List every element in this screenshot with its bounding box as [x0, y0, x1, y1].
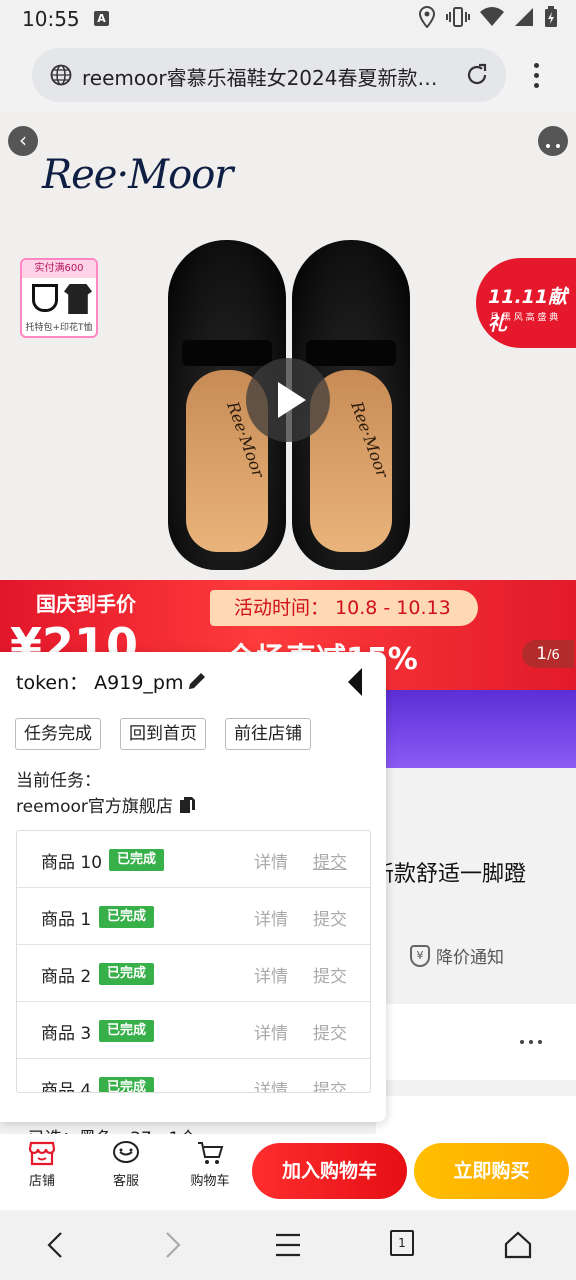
tabs-button[interactable]: 1: [390, 1230, 414, 1256]
store-tab[interactable]: 店铺: [12, 1140, 72, 1189]
submit-link[interactable]: 提交: [313, 1076, 347, 1092]
more-icon[interactable]: [538, 126, 568, 156]
detail-link[interactable]: 详情: [254, 1019, 288, 1044]
submit-link[interactable]: 提交: [313, 848, 347, 873]
vibrate-icon: [446, 7, 470, 27]
task-row: 商品 2 已完成 详情 提交: [17, 945, 370, 1002]
menu-icon[interactable]: [274, 1230, 302, 1260]
status-icons: [418, 6, 558, 28]
submit-link[interactable]: 提交: [313, 905, 347, 930]
gift-promo-card: 实付满600 托特包+印花T恤: [20, 258, 98, 338]
current-store: reemoor官方旗舰店: [16, 792, 197, 817]
status-badge: 已完成: [99, 1020, 155, 1042]
task-row: 商品 3 已完成 详情 提交: [17, 1002, 370, 1059]
spec-card[interactable]: [376, 1096, 576, 1136]
more-dots-icon[interactable]: [520, 1040, 542, 1044]
status-badge: 已完成: [99, 1077, 155, 1092]
cart-label: 购物车: [190, 1174, 230, 1189]
buy-now-button[interactable]: 立即购买: [414, 1143, 569, 1199]
service-label: 客服: [112, 1174, 139, 1189]
battery-icon: [545, 6, 557, 27]
wifi-icon: [480, 7, 504, 27]
tshirt-icon: [64, 284, 92, 314]
status-time: 10:55: [22, 7, 80, 31]
notification-a-icon: A: [94, 11, 109, 26]
detail-link[interactable]: 详情: [254, 962, 288, 987]
globe-icon: [50, 64, 72, 86]
task-row: 商品 4 已完成 详情 提交: [17, 1059, 370, 1093]
submit-link[interactable]: 提交: [313, 1019, 347, 1044]
product-title: 新款舒适一脚蹬: [372, 862, 527, 887]
status-badge: 已完成: [109, 849, 165, 871]
browser-nav-bar: 1: [0, 1210, 576, 1280]
customer-service-tab[interactable]: 客服: [96, 1140, 156, 1189]
bottom-action-bar: 店铺 客服 购物车 加入购物车 立即购买: [0, 1134, 576, 1210]
back-icon[interactable]: [44, 1230, 68, 1260]
task-row: 商品 10 已完成 详情 提交: [17, 831, 370, 888]
chat-icon: [113, 1141, 139, 1163]
browser-menu-icon[interactable]: [526, 58, 546, 92]
status-badge: 已完成: [99, 906, 155, 928]
sale-event-badge: 11.11献礼 月 黑 风 高 盛 典: [476, 258, 576, 348]
cart-icon: [198, 1142, 224, 1164]
brand-logo: Ree·Moor: [42, 152, 233, 198]
edit-pencil-icon[interactable]: [186, 670, 208, 692]
gift-promo-footer: 托特包+印花T恤: [25, 323, 93, 333]
price-drop-notify[interactable]: ¥ 降价通知: [410, 943, 504, 968]
status-bar: 10:55 A: [0, 0, 576, 38]
price-drop-label: 降价通知: [436, 948, 504, 968]
task-row: 商品 1 已完成 详情 提交: [17, 888, 370, 945]
tote-bag-icon: [32, 284, 58, 312]
add-to-cart-button[interactable]: 加入购物车: [252, 1143, 407, 1199]
task-name: 商品 1: [41, 910, 92, 930]
store-icon: [28, 1141, 56, 1166]
back-arrow-icon[interactable]: ‹: [8, 126, 38, 156]
submit-link[interactable]: 提交: [313, 962, 347, 987]
banner-tag: 国庆到手价: [36, 592, 136, 616]
image-counter: 1/6: [522, 640, 574, 668]
token-row: token： A919_pm: [16, 668, 183, 695]
product-image-carousel[interactable]: ‹ Ree·Moor 实付满600 托特包+印花T恤 11.11献礼 月 黑 风…: [0, 112, 576, 582]
token-label: token：: [16, 672, 89, 694]
token-value: A919_pm: [94, 672, 184, 694]
current-task-label: 当前任务：: [16, 771, 101, 791]
reload-icon[interactable]: [464, 62, 490, 88]
task-list: 商品 10 已完成 详情 提交 商品 1 已完成 详情 提交 商品 2 已完成 …: [16, 830, 371, 1093]
home-icon[interactable]: [504, 1230, 532, 1260]
task-name: 商品 10: [41, 853, 103, 873]
sale-event-subtitle: 月 黑 风 高 盛 典: [490, 313, 559, 323]
task-complete-button[interactable]: 任务完成: [15, 718, 101, 750]
store-label: 店铺: [28, 1174, 55, 1189]
detail-link[interactable]: 详情: [254, 848, 288, 873]
cart-tab[interactable]: 购物车: [180, 1140, 240, 1189]
banner-time: 活动时间： 10.8 - 10.13: [210, 590, 478, 626]
event-strip: [380, 690, 576, 768]
status-badge: 已完成: [99, 963, 155, 985]
info-card[interactable]: [376, 1004, 576, 1080]
signal-icon: [515, 8, 533, 26]
copy-icon[interactable]: [179, 796, 197, 814]
current-store-name: reemoor官方旗舰店: [16, 797, 173, 817]
address-bar[interactable]: reemoor睿慕乐福鞋女2024春夏新款舒适一脚蹬: [32, 48, 506, 102]
task-panel: token： A919_pm 任务完成 回到首页 前往店铺 当前任务： reemo…: [0, 652, 386, 1122]
url-text[interactable]: reemoor睿慕乐福鞋女2024春夏新款舒适一脚蹬: [82, 62, 452, 91]
gift-promo-title: 实付满600: [22, 260, 96, 278]
detail-link[interactable]: 详情: [254, 905, 288, 930]
sale-event-title: 11.11献礼: [488, 286, 568, 335]
go-store-button[interactable]: 前往店铺: [225, 718, 311, 750]
yen-bell-icon: ¥: [410, 944, 430, 967]
location-icon: [418, 6, 436, 28]
task-name: 商品 2: [41, 967, 92, 987]
play-video-icon[interactable]: [246, 358, 330, 442]
collapse-panel-icon[interactable]: [348, 668, 362, 696]
home-button[interactable]: 回到首页: [120, 718, 206, 750]
task-name: 商品 4: [41, 1081, 92, 1093]
detail-link[interactable]: 详情: [254, 1076, 288, 1092]
task-name: 商品 3: [41, 1024, 92, 1044]
forward-icon[interactable]: [160, 1230, 184, 1260]
